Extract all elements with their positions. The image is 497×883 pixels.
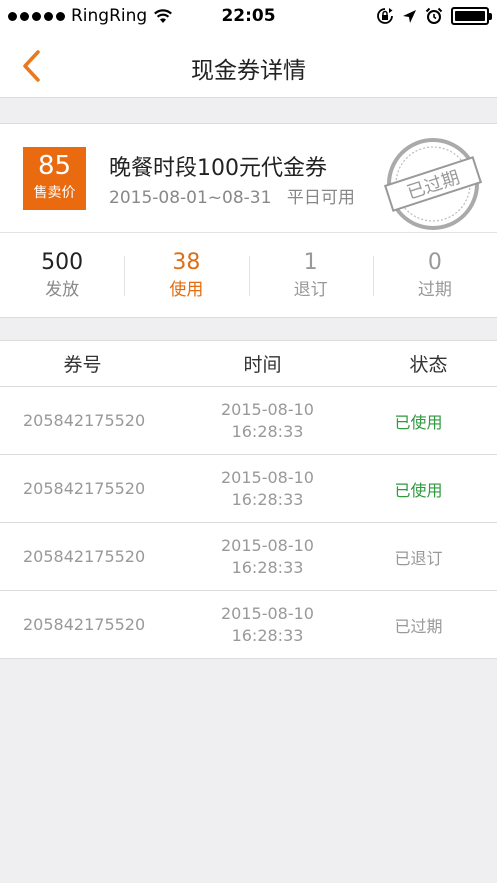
price-badge: 85 售卖价: [23, 147, 86, 210]
stat-label: 退订: [293, 280, 328, 300]
voucher-code: 205842175520: [23, 479, 146, 498]
header-code: 券号: [63, 354, 102, 376]
voucher-table: 券号 时间 状态 205842175520 2015-08-10 16:28:33…: [0, 340, 497, 659]
battery-icon: [451, 7, 492, 25]
stat-issued: 500 发放: [0, 233, 124, 318]
coupon-validity: 2015-08-01~08-31 平日可用: [109, 183, 355, 208]
stat-value: 38: [172, 250, 201, 275]
coupon-stats: 500 发放 38 使用 1 退订 0 过期: [0, 233, 497, 318]
page-title: 现金券详情: [191, 58, 306, 84]
table-row[interactable]: 205842175520 2015-08-10 16:28:33 已使用: [0, 387, 497, 455]
voucher-code: 205842175520: [23, 547, 146, 566]
voucher-code: 205842175520: [23, 615, 146, 634]
alarm-icon: [425, 7, 443, 24]
voucher-status: 已过期: [394, 616, 443, 636]
status-bar: RingRing 22:05: [0, 0, 497, 34]
stat-expired: 0 过期: [372, 233, 497, 318]
stat-used: 38 使用: [124, 233, 248, 318]
table-row[interactable]: 205842175520 2015-08-10 16:28:33 已退订: [0, 523, 497, 591]
voucher-time: 2015-08-10 16:28:33: [221, 535, 314, 577]
table-row[interactable]: 205842175520 2015-08-10 16:28:33 已使用: [0, 455, 497, 523]
header-status: 状态: [409, 354, 448, 376]
voucher-status: 已使用: [394, 480, 443, 500]
location-icon: [403, 9, 416, 23]
coupon-card: 85 售卖价 晚餐时段100元代金券 2015-08-01~08-31 平日可用…: [0, 123, 497, 318]
voucher-time: 2015-08-10 16:28:33: [221, 399, 314, 441]
status-icons: [376, 7, 492, 25]
expired-stamp-icon: 已过期: [383, 138, 483, 230]
voucher-code: 205842175520: [23, 411, 146, 430]
price-label: 售卖价: [33, 185, 76, 201]
coupon-date-range: 2015-08-01~08-31: [109, 188, 272, 208]
header-time: 时间: [243, 354, 282, 376]
voucher-time: 2015-08-10 16:28:33: [221, 603, 314, 645]
price-value: 85: [37, 151, 72, 181]
coupon-name: 晚餐时段100元代金券: [109, 156, 327, 181]
coupon-usage-note: 平日可用: [286, 188, 355, 208]
voucher-status: 已退订: [394, 548, 443, 568]
stat-value: 1: [303, 250, 318, 275]
voucher-time: 2015-08-10 16:28:33: [221, 467, 314, 509]
nav-bar: 现金券详情: [0, 34, 497, 98]
stat-refunded: 1 退订: [248, 233, 373, 318]
rotation-lock-icon: [377, 8, 393, 24]
stat-value: 500: [41, 250, 84, 275]
stat-label: 过期: [417, 280, 452, 300]
table-row[interactable]: 205842175520 2015-08-10 16:28:33 已过期: [0, 591, 497, 659]
table-header: 券号 时间 状态: [0, 341, 497, 387]
stat-label: 发放: [45, 280, 80, 300]
stat-label: 使用: [169, 280, 204, 300]
stat-value: 0: [427, 250, 442, 275]
voucher-status: 已使用: [394, 412, 443, 432]
